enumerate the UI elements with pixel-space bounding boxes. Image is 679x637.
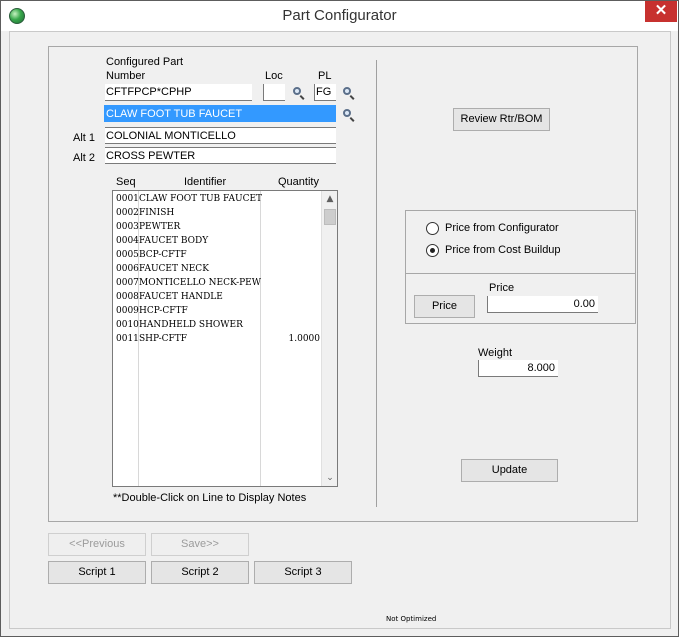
grid-cell-seq: 0009: [116, 306, 139, 316]
scroll-down-arrow-icon[interactable]: ⌄: [322, 470, 338, 486]
part-configurator-window: Part Configurator ✕ Configured Part Numb…: [0, 0, 679, 637]
weight-field[interactable]: 8.000: [478, 360, 558, 377]
script-3-button[interactable]: Script 3: [254, 561, 352, 584]
grid-footnote: **Double-Click on Line to Display Notes: [113, 492, 307, 504]
grid-cell-identifier: MONTICELLO NECK-PEW: [139, 278, 261, 288]
price-from-cost-buildup-label[interactable]: Price from Cost Buildup: [445, 244, 561, 256]
configured-part-label: Configured Part: [106, 56, 184, 68]
scroll-thumb[interactable]: [324, 209, 336, 225]
description-search-icon[interactable]: [342, 108, 356, 122]
grid-cell-quantity: 1.0000: [288, 334, 321, 344]
price-from-cost-buildup-radio[interactable]: [426, 244, 439, 257]
grid-cell-seq: 0010: [116, 320, 139, 330]
pl-search-icon[interactable]: [342, 86, 356, 100]
grid-cell-seq: 0002: [116, 208, 139, 218]
pl-label: PL: [318, 70, 332, 82]
part-description-field[interactable]: CLAW FOOT TUB FAUCET: [104, 105, 336, 122]
grid-cell-identifier: FAUCET NECK: [139, 264, 209, 274]
grid-cell-seq: 0003: [116, 222, 139, 232]
script-2-button[interactable]: Script 2: [151, 561, 249, 584]
grid-scrollbar[interactable]: ▲ ⌄: [321, 191, 337, 486]
alt2-label: Alt 2: [73, 152, 96, 164]
grid-row[interactable]: 0009 HCP-CFTF: [113, 304, 323, 318]
part-number-field[interactable]: CFTFPCP*CPHP: [105, 84, 252, 101]
grid-cell-identifier: HCP-CFTF: [139, 306, 188, 316]
grid-cell-identifier: PEWTER: [139, 222, 181, 232]
optimization-status: Not Optimized: [386, 615, 437, 623]
price-button[interactable]: Price: [414, 295, 475, 318]
pl-field[interactable]: FG: [314, 84, 336, 101]
title-bar[interactable]: Part Configurator ✕: [1, 1, 678, 31]
grid-row[interactable]: 0001 CLAW FOOT TUB FAUCET: [113, 192, 323, 206]
grid-cell-identifier: FAUCET BODY: [139, 236, 209, 246]
loc-label: Loc: [265, 70, 283, 82]
alt1-field[interactable]: COLONIAL MONTICELLO: [105, 127, 336, 144]
grid-cell-seq: 0005: [116, 250, 139, 260]
grid-row[interactable]: 0008 FAUCET HANDLE: [113, 290, 323, 304]
grid-row[interactable]: 0005 BCP-CFTF: [113, 248, 323, 262]
number-label: Number: [106, 70, 146, 82]
grid-cell-seq: 0008: [116, 292, 139, 302]
grid-row[interactable]: 0010 HANDHELD SHOWER: [113, 318, 323, 332]
save-next-button[interactable]: Save>>: [151, 533, 249, 556]
price-label: Price: [489, 282, 515, 294]
grid-cell-identifier: CLAW FOOT TUB FAUCET: [139, 194, 263, 204]
grid-rows: 0001 CLAW FOOT TUB FAUCET 0002 FINISH 0003 PE…: [113, 192, 323, 346]
grid-cell-identifier: BCP-CFTF: [139, 250, 187, 260]
grid-row[interactable]: 0011 SHP-CFTF 1.0000: [113, 332, 323, 346]
loc-field[interactable]: [263, 84, 285, 101]
weight-label: Weight: [478, 347, 513, 359]
price-from-configurator-radio[interactable]: [426, 222, 439, 235]
review-rtr-bom-button[interactable]: Review Rtr/BOM: [453, 108, 550, 131]
grid-cell-seq: 0011: [116, 334, 139, 344]
quantity-header[interactable]: Quantity: [278, 176, 319, 188]
alt1-label: Alt 1: [73, 132, 96, 144]
scroll-up-arrow-icon[interactable]: ▲: [322, 191, 338, 207]
window-title: Part Configurator: [282, 7, 397, 24]
client-area: Configured Part Number Loc PL CFTFPCP*CP…: [9, 31, 671, 629]
identifier-header[interactable]: Identifier: [184, 176, 226, 188]
script-1-button[interactable]: Script 1: [48, 561, 146, 584]
radio-selected-dot: [430, 248, 435, 253]
previous-button[interactable]: <<Previous: [48, 533, 146, 556]
grid-row[interactable]: 0002 FINISH: [113, 206, 323, 220]
seq-header[interactable]: Seq: [116, 176, 136, 188]
grid-cell-identifier: HANDHELD SHOWER: [139, 320, 243, 330]
grid-cell-identifier: FAUCET HANDLE: [139, 292, 223, 302]
grid-row[interactable]: 0007 MONTICELLO NECK-PEW: [113, 276, 323, 290]
panel-divider: [376, 60, 377, 507]
loc-search-icon[interactable]: [292, 86, 306, 100]
grid-cell-identifier: SHP-CFTF: [139, 334, 187, 344]
components-grid[interactable]: 0001 CLAW FOOT TUB FAUCET 0002 FINISH 0003 PE…: [112, 190, 338, 487]
grid-row[interactable]: 0003 PEWTER: [113, 220, 323, 234]
price-from-configurator-label[interactable]: Price from Configurator: [445, 222, 559, 234]
close-button[interactable]: ✕: [645, 1, 677, 22]
price-group-divider: [406, 273, 635, 274]
grid-cell-seq: 0001: [116, 194, 139, 204]
price-field[interactable]: 0.00: [487, 296, 598, 313]
grid-cell-seq: 0004: [116, 236, 139, 246]
alt2-field[interactable]: CROSS PEWTER: [105, 147, 336, 164]
price-source-group: Price from Configurator Price from Cost …: [405, 210, 636, 324]
grid-row[interactable]: 0004 FAUCET BODY: [113, 234, 323, 248]
update-button[interactable]: Update: [461, 459, 558, 482]
grid-cell-identifier: FINISH: [139, 208, 175, 218]
grid-cell-seq: 0006: [116, 264, 139, 274]
grid-cell-seq: 0007: [116, 278, 139, 288]
grid-row[interactable]: 0006 FAUCET NECK: [113, 262, 323, 276]
